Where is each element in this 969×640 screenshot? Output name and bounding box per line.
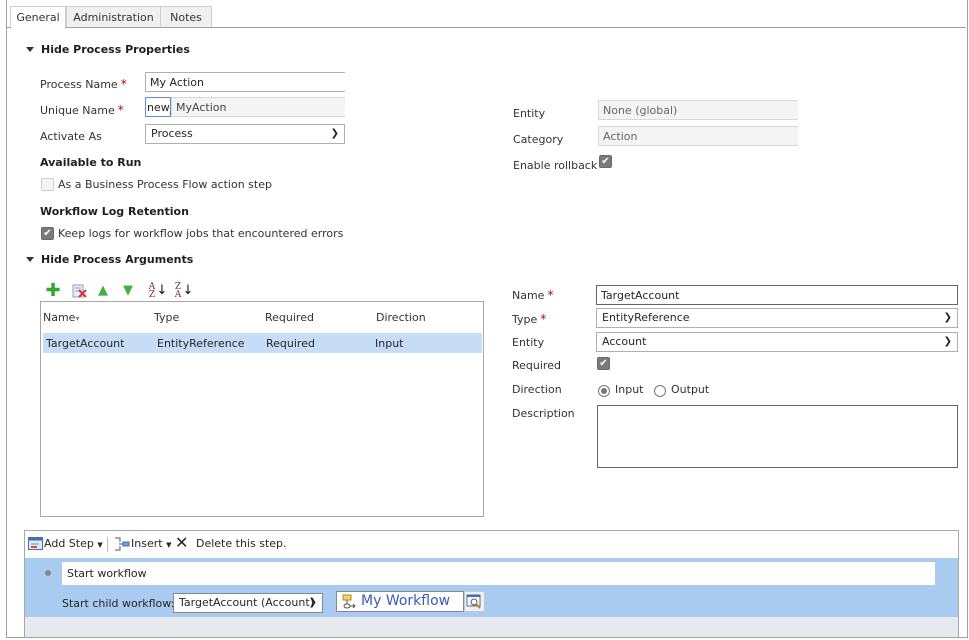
close-icon: ✕ — [175, 533, 189, 552]
collapse-caret-icon — [26, 47, 34, 52]
arg-entity-value: Account — [602, 335, 647, 348]
toolbar-separator — [107, 537, 108, 552]
entity-readonly-field: None (global) — [598, 100, 798, 120]
bpf-action-step-label: As a Business Process Flow action step — [58, 178, 272, 191]
chevron-down-icon: ❯ — [308, 597, 317, 608]
activate-as-select[interactable]: Process ❯ — [145, 124, 345, 144]
step-bullet-icon — [45, 570, 51, 576]
unique-name-prefix: new_ — [145, 97, 175, 117]
activate-as-label: Activate As — [40, 130, 102, 143]
entity-label: Entity — [513, 107, 546, 120]
enable-rollback-label: Enable rollback — [513, 159, 598, 172]
lookup-button[interactable] — [464, 591, 485, 612]
direction-output-label: Output — [671, 383, 710, 396]
unique-name-label: Unique Name * — [40, 103, 124, 117]
section-title: Hide Process Properties — [41, 43, 190, 56]
child-workflow-name[interactable]: My Workflow — [361, 593, 450, 609]
arg-entity-label: Entity — [512, 336, 545, 349]
bpf-action-step-checkbox[interactable] — [41, 178, 54, 191]
log-retention-heading: Workflow Log Retention — [40, 205, 189, 218]
required-star: * — [540, 312, 547, 326]
move-up-icon[interactable]: ▲ — [95, 283, 111, 299]
step-description-input[interactable]: Start workflow — [62, 562, 935, 585]
workflow-icon — [340, 594, 356, 613]
arguments-toolbar: ✚ ▲ ▼ AZ ↓ ZA ↓ — [40, 280, 484, 302]
add-icon[interactable]: ✚ — [45, 282, 61, 300]
column-header-type[interactable]: Type — [154, 311, 179, 324]
lookup-search-icon — [466, 594, 481, 609]
step-row-selected[interactable]: Start workflow Start child workflow: Tar… — [25, 558, 958, 617]
add-step-button[interactable]: Add Step ▼ — [44, 537, 103, 550]
tab-notes[interactable]: Notes — [160, 6, 212, 28]
sort-arrow-icon: ↓ — [156, 283, 168, 298]
child-workflow-target-select[interactable]: TargetAccount (Account) ❯ — [173, 593, 323, 613]
insert-icon — [114, 536, 130, 555]
arg-required-checkbox[interactable]: ✔ — [597, 357, 610, 370]
child-workflow-lookup-field[interactable]: My Workflow — [336, 591, 464, 612]
keep-logs-label: Keep logs for workflow jobs that encount… — [58, 227, 344, 240]
step-designer: Add Step ▼ Insert ▼ ✕ Delete this step. … — [24, 530, 959, 637]
activate-as-value: Process — [151, 127, 193, 140]
arg-direction-label: Direction — [512, 383, 562, 396]
cell-type: EntityReference — [157, 337, 245, 350]
move-down-icon[interactable]: ▼ — [120, 283, 136, 299]
cell-direction: Input — [375, 337, 404, 350]
arg-type-select[interactable]: EntityReference ❯ — [596, 308, 958, 328]
process-name-input[interactable]: My Action — [145, 72, 345, 92]
sort-indicator-icon: ▾ — [75, 314, 80, 323]
required-star: * — [117, 103, 124, 117]
add-step-icon — [28, 537, 44, 554]
child-workflow-label: Start child workflow: — [62, 597, 175, 610]
sort-arrow-icon: ↓ — [182, 283, 194, 298]
hide-process-properties-toggle[interactable]: Hide Process Properties — [26, 43, 190, 56]
hide-process-arguments-toggle[interactable]: Hide Process Arguments — [26, 253, 193, 266]
dropdown-arrow-icon: ▼ — [166, 541, 172, 549]
column-header-required[interactable]: Required — [265, 311, 314, 324]
arg-type-value: EntityReference — [602, 311, 690, 324]
tab-general[interactable]: General — [10, 6, 66, 29]
unique-name-input[interactable]: MyAction — [171, 97, 345, 117]
section-title: Hide Process Arguments — [41, 253, 194, 266]
insert-button[interactable]: Insert ▼ — [131, 537, 171, 550]
chevron-down-icon: ❯ — [330, 128, 339, 139]
arg-entity-select[interactable]: Account ❯ — [596, 332, 958, 352]
child-workflow-target-value: TargetAccount (Account) — [179, 596, 314, 609]
cell-name: TargetAccount — [46, 337, 125, 350]
table-row[interactable]: TargetAccount EntityReference Required I… — [43, 333, 482, 353]
tab-divider — [7, 27, 966, 28]
dropdown-arrow-icon: ▼ — [97, 541, 103, 549]
arg-required-label: Required — [512, 359, 561, 372]
available-to-run-heading: Available to Run — [40, 156, 142, 169]
category-label: Category — [513, 133, 564, 146]
chevron-down-icon: ❯ — [943, 312, 952, 323]
column-header-direction[interactable]: Direction — [376, 311, 426, 324]
delete-icon[interactable] — [71, 283, 87, 299]
arg-type-label: Type * — [512, 312, 547, 326]
keep-logs-checkbox[interactable]: ✔ — [41, 227, 54, 240]
arg-description-textarea[interactable] — [597, 405, 958, 468]
column-header-name[interactable]: Name▾ — [43, 311, 79, 324]
required-star: * — [547, 288, 554, 302]
direction-input-radio[interactable] — [598, 385, 610, 397]
arg-name-label: Name * — [512, 288, 554, 302]
tab-administration[interactable]: Administration — [66, 6, 161, 28]
arg-name-input[interactable]: TargetAccount — [596, 285, 958, 305]
direction-input-label: Input — [615, 383, 644, 396]
process-name-label: Process Name * — [40, 77, 127, 91]
delete-step-button[interactable]: Delete this step. — [196, 537, 287, 550]
collapse-caret-icon — [26, 257, 34, 262]
step-toolbar: Add Step ▼ Insert ▼ ✕ Delete this step. — [25, 531, 958, 558]
direction-output-radio[interactable] — [654, 385, 666, 397]
cell-required: Required — [266, 337, 315, 350]
chevron-down-icon: ❯ — [943, 336, 952, 347]
enable-rollback-checkbox[interactable]: ✔ — [599, 155, 612, 168]
required-star: * — [120, 77, 127, 91]
arg-description-label: Description — [512, 407, 575, 420]
category-readonly-field: Action — [598, 126, 798, 146]
